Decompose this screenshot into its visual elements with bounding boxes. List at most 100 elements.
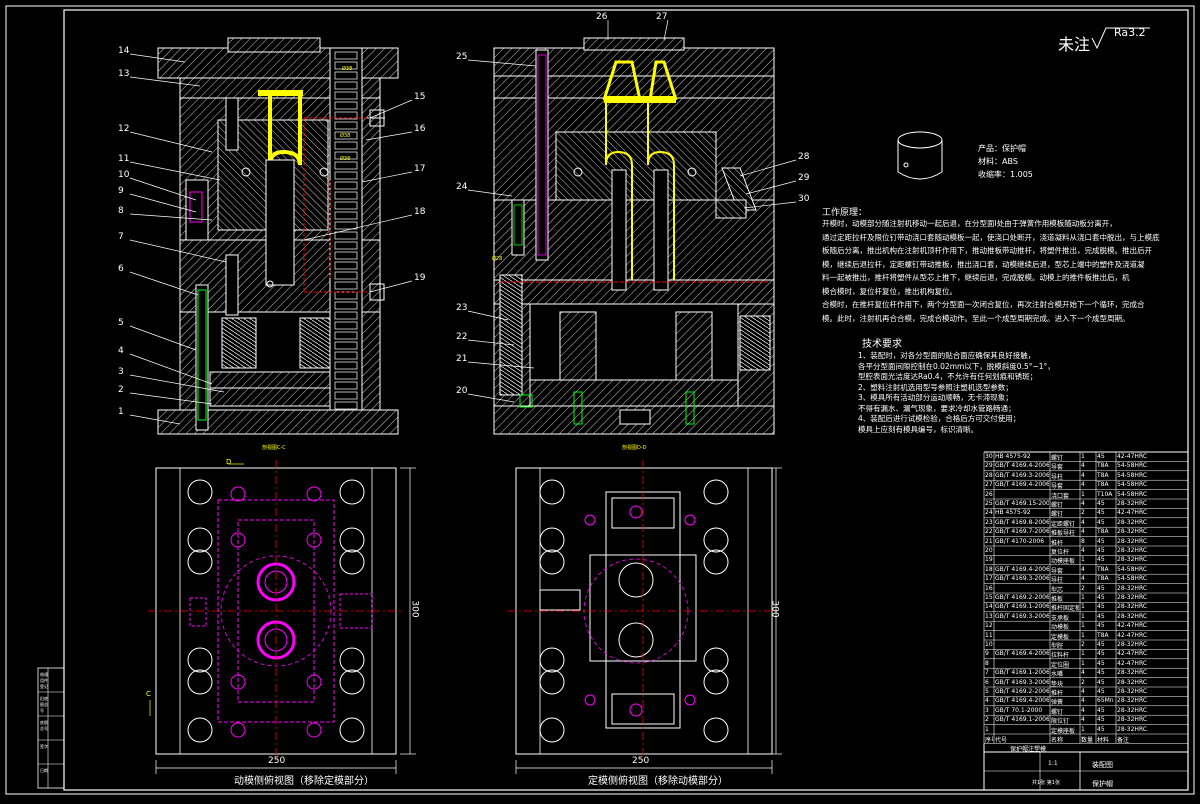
surface-note-ra: Ra3.2 [1114,26,1146,39]
bom-cell: 45 [1097,688,1105,695]
bom-cell: 45 [1097,556,1105,564]
tech-requirements-title: 技术要求 [862,339,902,350]
bom-cell: 54-58HRC [1117,481,1148,489]
work-process-title: 工作原理： [822,208,868,218]
section-c-label: 剖视图C-C [262,445,286,451]
note-line: 型腔表面光洁度达Ra0.4，不允许有任何划痕和锈斑； [858,372,1038,381]
bom-cell: 螺钉 [1051,708,1064,716]
bom-cell: 3 [985,706,989,714]
bom-cell: T8A [1097,481,1109,489]
bom-cell: 45 [1097,518,1105,526]
bom-cell: 45 [1097,594,1105,601]
bom-cell: 45 [1097,603,1105,611]
bom-cell: 支承板 [1051,614,1070,622]
section-d-label: 剖视图D-D [622,445,647,451]
product-shrinkage: 收缩率：1.005 [978,170,1033,179]
bom-cell: 5 [985,688,989,695]
part-balloon: 14 [118,46,130,56]
bom-cell: GB/T 4169.3-2006 [995,612,1049,620]
right-width-dim: 250 [632,756,650,766]
bom-cell: 定模板 [1051,633,1070,641]
bom-cell: 42-47HRC [1117,509,1148,517]
bom-cell: 45 [1097,500,1105,507]
title-scale: 1:1 [1048,760,1058,767]
bom-header-cell: 代号 [995,737,1008,744]
bom-cell: 4 [1081,565,1085,573]
bom-cell: GB/T 70.1-2000 [995,706,1043,714]
bom-cell: 螺钉 [1051,455,1064,462]
bom-cell: 7 [985,669,989,677]
bom-cell: 28-32HRC [1117,528,1148,536]
bom-cell: 42-47HRC [1117,659,1148,667]
bom-cell: 6 [985,678,989,686]
bom-cell: 4 [1081,547,1085,554]
bom-cell: 20 [985,547,993,554]
part-balloon: 28 [798,152,810,162]
part-balloon: 25 [456,52,468,62]
bom-cell: GB/T 4169.4-2006 [995,565,1049,573]
bom-cell: 28-32HRC [1117,612,1148,620]
part-balloon: 9 [118,186,124,196]
bom-cell: 10 [985,641,993,648]
bom-cell: 45 [1097,584,1105,592]
part-balloon: 11 [118,154,130,164]
bom-cell: 45 [1097,641,1105,648]
bom-cell: 导柱 [1051,473,1064,481]
fixed-plan-label: 定模侧俯视图（移除动模部分） [588,776,728,787]
note-line: 3、模具所有活动部分运动顺畅，无卡滞现象； [858,393,1013,402]
bom-cell: 45 [1097,678,1105,686]
bom-cell: 54-58HRC [1117,471,1148,479]
part-balloon: 24 [456,182,468,192]
bom-cell: 1 [1081,659,1085,667]
product-material: 材料：ABS [978,157,1018,166]
bom-cell: 12 [985,622,993,630]
bom-cell: GB/T 4169.3-2006 [995,678,1049,686]
bom-cell: 28-32HRC [1117,584,1148,592]
note-line: 各平分型面间隙控制在0.02mm以下，脱模斜度0.5°~1°， [858,361,1055,371]
bom-cell: GB/T 4169.4-2006 [995,462,1049,470]
bom-cell: 1 [1081,650,1085,658]
part-balloon: 16 [414,124,426,134]
bom-cell: 13 [985,612,993,620]
bom-cell: 54-58HRC [1117,462,1148,470]
bom-cell: 导套 [1051,483,1064,491]
bom-cell: 型芯 [1051,586,1064,594]
section-tiny-label: Ø38 [340,156,351,162]
right-height-dim: 300 [769,600,780,618]
bom-cell: 25 [985,500,993,507]
bom-cell: 4 [1081,462,1085,470]
moving-plan-label: 动模侧俯视图（移除定模部分） [234,776,374,787]
bom-cell: 4 [1081,697,1085,705]
bom-cell: GB/T 4169.15-2006 [995,500,1049,507]
note-line: 板随后分离，推出机构在注射机顶杆作用下，推动推板带动推杆，将塑件推出，完成脱模。… [822,246,1152,255]
bom-cell: T8A [1097,462,1109,470]
bom-cell: GB/T 4169.1-2006 [995,603,1049,611]
bom-cell: 1 [1081,725,1085,733]
bom-cell: 28-32HRC [1117,603,1148,611]
bom-cell: 28-32HRC [1117,716,1148,724]
bom-cell: 1 [1081,631,1085,639]
bom-cell: GB/T 4169.2-2006 [995,594,1049,601]
bom-cell: T8A [1097,575,1109,583]
bom-cell: HB 4575-92 [995,509,1031,517]
bom-cell: 45 [1097,509,1105,517]
bom-cell: 4 [1081,688,1085,695]
title-sheet: 共1张 第1张 [1032,780,1060,786]
bom-cell: 54-58HRC [1117,490,1148,498]
note-line: 模合模时，复位杆复位，推出机构复位。 [822,286,957,296]
title-drawing-name: 装配图 [1092,761,1113,769]
bom-cell: 45 [1097,622,1105,630]
bom-cell: 定模座板 [1051,727,1076,735]
part-balloon: 6 [118,264,124,274]
part-balloon: 3 [118,367,124,377]
note-line: 2、塑料注射机选用型号参照注塑机选型参数； [858,382,1013,392]
bom-cell: 4 [1081,528,1085,536]
bom-cell: 30 [985,453,993,460]
section-tiny-label: Ø38 [342,66,353,72]
bom-cell: GB/T 4169.1-2006 [995,716,1049,724]
bom-cell: 复位杆 [1051,549,1070,556]
bom-cell: HB 4575-92 [995,453,1031,460]
part-balloon: 4 [118,346,124,356]
bom-cell: 推杆固定板 [1051,605,1079,613]
bom-cell: 动模板 [1051,624,1070,632]
